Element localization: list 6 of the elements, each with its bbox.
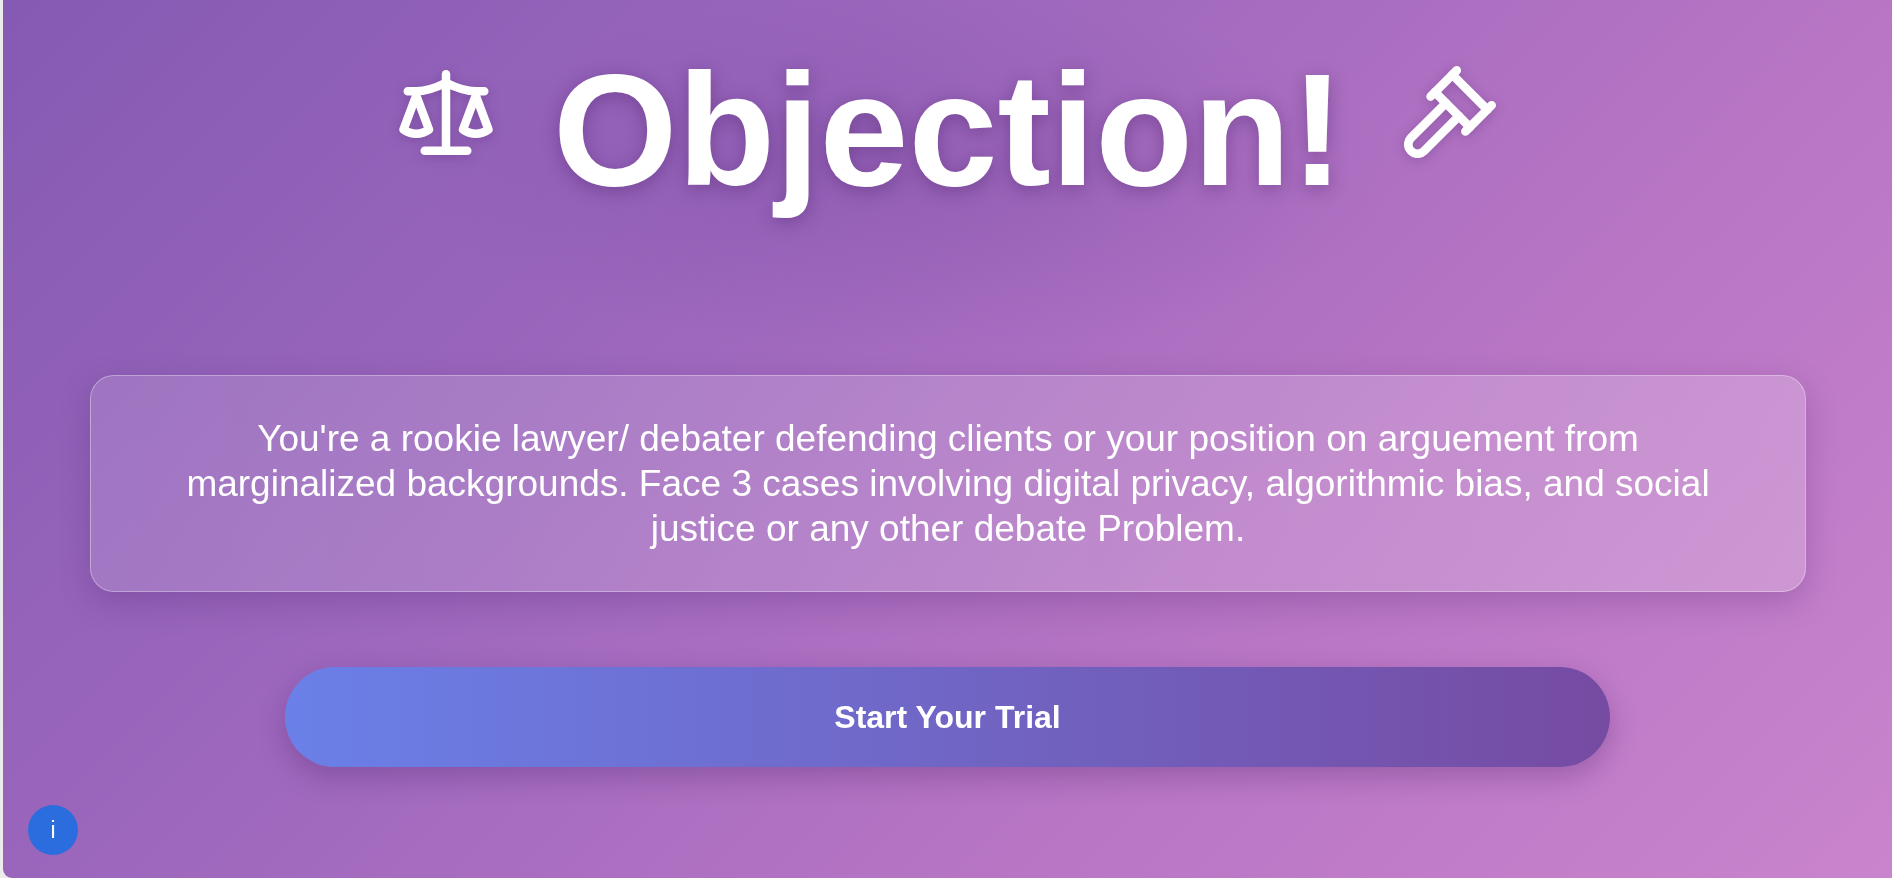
start-trial-button[interactable]: Start Your Trial bbox=[285, 667, 1610, 767]
scales-icon bbox=[398, 70, 493, 155]
info-button[interactable]: i bbox=[28, 805, 78, 855]
gavel-icon bbox=[1404, 66, 1497, 158]
app-title: Objection! bbox=[552, 39, 1345, 221]
intro-text: You're a rookie lawyer/ debater defending clients or your position on arguement from marginalized backgrounds. Face 3 cases involving digital privacy, algorithmic bias, and social justice or any other debate Problem. bbox=[185, 417, 1711, 551]
